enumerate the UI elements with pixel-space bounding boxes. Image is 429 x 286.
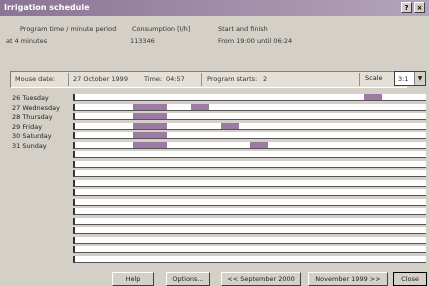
schedule-row[interactable] — [73, 104, 426, 111]
program-block[interactable] — [250, 142, 268, 148]
program-block[interactable] — [133, 113, 167, 119]
status-bar: Mouse date: 27 October 1999 Time: 04:57 … — [10, 71, 407, 88]
program-block[interactable] — [133, 142, 167, 148]
schedule-row[interactable] — [73, 123, 426, 130]
day-label: 26 Tuesday — [12, 94, 49, 102]
scale-select[interactable]: 3:1 ▼ — [394, 71, 426, 86]
schedule-row[interactable] — [73, 246, 426, 253]
program-time-value: at 4 minutes — [6, 37, 48, 45]
title-bar: Irrigation schedule ? × — [0, 0, 429, 16]
program-time-label: Program time / minute period — [20, 25, 117, 33]
schedule-row[interactable] — [73, 237, 426, 244]
program-block[interactable] — [133, 104, 167, 110]
options-button[interactable]: Options... — [166, 272, 210, 286]
schedule-row[interactable] — [73, 180, 426, 187]
help-button[interactable]: Help — [112, 272, 154, 286]
program-starts-value: 2 — [263, 75, 268, 83]
schedule-row[interactable] — [73, 113, 426, 120]
schedule-row[interactable] — [73, 256, 426, 263]
close-button[interactable]: Close — [393, 272, 427, 286]
mouse-date-value: 27 October 1999 — [73, 75, 128, 83]
schedule-row[interactable] — [73, 199, 426, 206]
scale-value: 3:1 — [398, 75, 409, 83]
status-divider — [359, 73, 360, 86]
day-label: 27 Wednesday — [12, 104, 60, 112]
program-starts-label: Program starts: — [207, 75, 258, 83]
program-block[interactable] — [364, 94, 382, 100]
schedule-row[interactable] — [73, 189, 426, 196]
consumption-panel: Consumption [l/h] 113346 — [130, 25, 191, 45]
day-label: 31 Sunday — [12, 142, 47, 150]
time-label: Time: — [144, 75, 163, 83]
program-block[interactable] — [133, 132, 167, 138]
day-label: 29 Friday — [12, 123, 43, 131]
mouse-date-label: Mouse date: — [15, 75, 56, 83]
window-title: Irrigation schedule — [4, 3, 90, 12]
program-time-panel: Program time / minute period at 4 minute… — [6, 25, 117, 45]
close-icon[interactable]: × — [414, 2, 425, 13]
start-finish-label: Start and finish — [218, 25, 268, 33]
consumption-label: Consumption [l/h] — [132, 25, 191, 33]
previous-month-button[interactable]: << September 2000 — [221, 272, 301, 286]
start-finish-panel: Start and finish From 19:00 until 06:24 — [218, 25, 292, 45]
schedule-row[interactable] — [73, 132, 426, 139]
time-value: 04:57 — [166, 75, 185, 83]
schedule-row[interactable] — [73, 151, 426, 158]
schedule-row[interactable] — [73, 227, 426, 234]
scale-label: Scale — [365, 74, 383, 82]
program-block[interactable] — [221, 123, 239, 129]
schedule-row[interactable] — [73, 208, 426, 215]
program-block[interactable] — [133, 123, 167, 129]
status-divider — [68, 73, 69, 86]
start-finish-value: From 19:00 until 06:24 — [218, 37, 293, 45]
consumption-value: 113346 — [130, 37, 155, 45]
schedule-row[interactable] — [73, 218, 426, 225]
program-block[interactable] — [191, 104, 209, 110]
schedule-row[interactable] — [73, 161, 426, 168]
chevron-down-icon[interactable]: ▼ — [414, 72, 425, 85]
schedule-row[interactable] — [73, 94, 426, 101]
day-label: 28 Thursday — [12, 113, 53, 121]
schedule-row[interactable] — [73, 170, 426, 177]
next-month-button[interactable]: November 1999 >> — [308, 272, 388, 286]
status-divider — [201, 73, 202, 86]
schedule-row[interactable] — [73, 142, 426, 149]
day-label: 30 Saturday — [12, 132, 52, 140]
help-icon[interactable]: ? — [401, 2, 412, 13]
